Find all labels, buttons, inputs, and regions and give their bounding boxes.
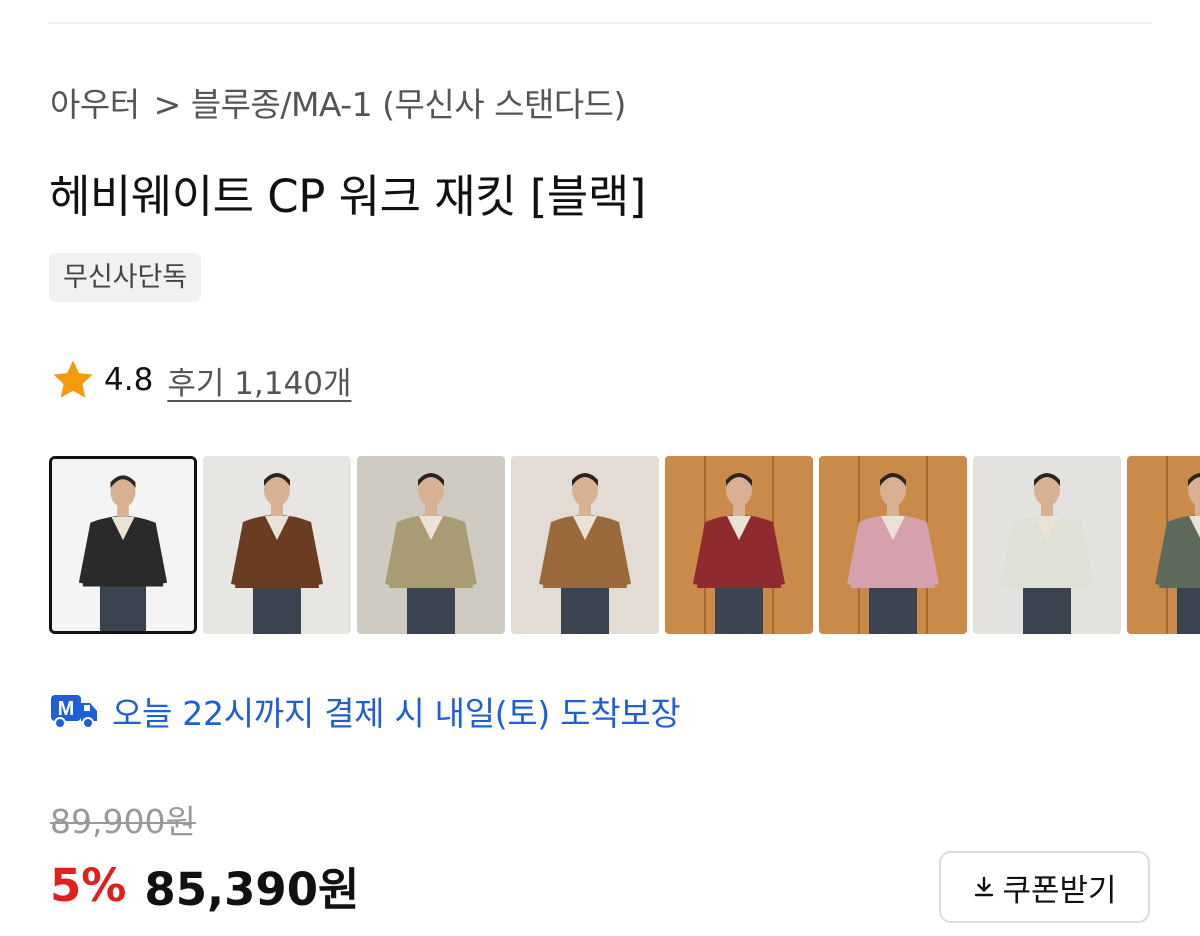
thumbnail-green-jacket[interactable] (1127, 456, 1200, 634)
product-photo (357, 456, 505, 634)
breadcrumb-subcategory[interactable]: 블루종/MA-1 (무신사 스탠다드) (191, 85, 627, 124)
product-photo (973, 456, 1121, 634)
download-icon (975, 876, 994, 897)
exclusive-badge: 무신사단독 (49, 253, 202, 302)
thumbnail-black-jacket[interactable] (49, 456, 197, 634)
coupon-label: 쿠폰받기 (1002, 872, 1117, 909)
breadcrumb-category[interactable]: 아우터 (50, 85, 140, 124)
thumbnail-tan-jacket[interactable] (511, 456, 659, 634)
product-photo (819, 456, 967, 634)
coupon-button[interactable]: 쿠폰받기 (939, 851, 1150, 923)
top-divider (48, 22, 1152, 24)
rating-score: 4.8 (104, 362, 154, 398)
product-photo (665, 456, 813, 634)
breadcrumb-separator: > (153, 85, 182, 124)
thumbnail-khaki-jacket[interactable] (357, 456, 505, 634)
price-row: 5% 85,390원 (50, 855, 360, 916)
thumbnail-ivory-jacket[interactable] (973, 456, 1121, 634)
m-delivery-truck-icon: M (51, 695, 97, 729)
original-price: 89,900원 (50, 802, 196, 841)
discount-rate: 5% (50, 858, 127, 912)
thumbnail-strip[interactable] (49, 456, 1200, 634)
thumbnail-red-jacket[interactable] (665, 456, 813, 634)
delivery-text: 오늘 22시까지 결제 시 내일(토) 도착보장 (112, 694, 681, 733)
reviews-link[interactable]: 후기 1,140개 (167, 358, 351, 403)
product-photo (1127, 456, 1200, 634)
breadcrumb: 아우터 > 블루종/MA-1 (무신사 스탠다드) (50, 78, 626, 126)
product-photo (203, 456, 351, 634)
product-title: 헤비웨이트 CP 워크 재킷 [블랙] (49, 170, 646, 223)
thumbnail-brown-jacket[interactable] (203, 456, 351, 634)
product-photo (511, 456, 659, 634)
delivery-guarantee: M 오늘 22시까지 결제 시 내일(토) 도착보장 (50, 688, 681, 734)
svg-text:M: M (58, 698, 75, 720)
rating-row: 4.8 후기 1,140개 (50, 356, 351, 404)
sale-price: 85,390원 (144, 862, 360, 916)
thumbnail-pink-jacket[interactable] (819, 456, 967, 634)
product-photo (52, 459, 194, 631)
star-icon (53, 360, 93, 398)
